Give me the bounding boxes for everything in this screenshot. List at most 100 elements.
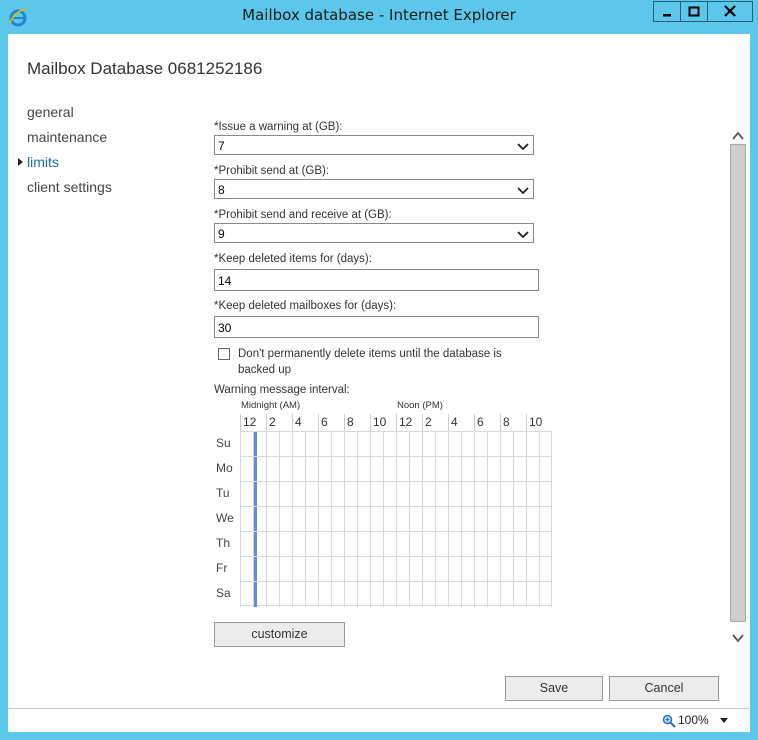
schedule-slot[interactable] — [357, 532, 370, 557]
schedule-slot[interactable] — [500, 432, 513, 457]
schedule-slot[interactable] — [474, 557, 487, 582]
schedule-slot[interactable] — [513, 432, 526, 457]
schedule-slot[interactable] — [357, 482, 370, 507]
schedule-slot[interactable] — [526, 457, 539, 482]
schedule-slot[interactable] — [383, 432, 396, 457]
schedule-slot[interactable] — [513, 582, 526, 607]
schedule-slot[interactable] — [435, 457, 448, 482]
schedule-slot[interactable] — [487, 582, 500, 607]
nav-item-limits[interactable]: limits — [18, 154, 112, 179]
schedule-slot[interactable] — [240, 507, 253, 532]
schedule-slot[interactable] — [240, 432, 253, 457]
schedule-slot[interactable] — [448, 532, 461, 557]
schedule-slot[interactable] — [318, 532, 331, 557]
schedule-slot[interactable] — [435, 582, 448, 607]
schedule-slot[interactable] — [318, 582, 331, 607]
schedule-slot[interactable] — [305, 432, 318, 457]
schedule-slot[interactable] — [279, 457, 292, 482]
schedule-slot[interactable] — [448, 507, 461, 532]
warning-select[interactable]: 7 — [214, 135, 534, 155]
schedule-slot[interactable] — [474, 432, 487, 457]
schedule-slot[interactable] — [422, 482, 435, 507]
schedule-slot[interactable] — [409, 557, 422, 582]
schedule-slot[interactable] — [292, 582, 305, 607]
schedule-slot[interactable] — [474, 482, 487, 507]
schedule-slot[interactable] — [513, 557, 526, 582]
schedule-slot[interactable] — [487, 457, 500, 482]
schedule-slot[interactable] — [448, 457, 461, 482]
schedule-slot[interactable] — [331, 582, 344, 607]
schedule-slot[interactable] — [357, 457, 370, 482]
schedule-slot[interactable] — [331, 557, 344, 582]
schedule-slot[interactable] — [318, 482, 331, 507]
schedule-slot[interactable] — [357, 582, 370, 607]
schedule-slot[interactable] — [422, 532, 435, 557]
schedule-slot[interactable] — [331, 507, 344, 532]
schedule-slot[interactable] — [448, 557, 461, 582]
schedule-slot[interactable] — [422, 457, 435, 482]
schedule-slot[interactable] — [474, 532, 487, 557]
schedule-slot[interactable] — [409, 457, 422, 482]
customize-button[interactable]: customize — [214, 622, 345, 647]
schedule-slot[interactable] — [422, 582, 435, 607]
schedule-slot[interactable] — [500, 557, 513, 582]
schedule-slot[interactable] — [331, 432, 344, 457]
schedule-slot[interactable] — [292, 532, 305, 557]
schedule-slot[interactable] — [266, 482, 279, 507]
schedule-slot[interactable] — [474, 507, 487, 532]
schedule-slot[interactable] — [357, 432, 370, 457]
schedule-slot[interactable] — [422, 432, 435, 457]
nav-item-general[interactable]: general — [27, 104, 112, 129]
schedule-slot[interactable] — [370, 432, 383, 457]
schedule-slot[interactable] — [461, 482, 474, 507]
schedule-slot[interactable] — [305, 457, 318, 482]
schedule-slot[interactable] — [461, 432, 474, 457]
schedule-slot[interactable] — [487, 532, 500, 557]
schedule-slot[interactable] — [292, 482, 305, 507]
vertical-scrollbar[interactable] — [729, 126, 747, 646]
schedule-slot[interactable] — [409, 582, 422, 607]
schedule-slot[interactable] — [461, 557, 474, 582]
schedule-slot[interactable] — [305, 532, 318, 557]
schedule-slot[interactable] — [539, 507, 552, 532]
schedule-slot[interactable] — [500, 582, 513, 607]
schedule-slot[interactable] — [279, 507, 292, 532]
schedule-slot[interactable] — [279, 432, 292, 457]
zoom-dropdown-icon[interactable] — [720, 718, 728, 723]
schedule-slot[interactable] — [344, 482, 357, 507]
schedule-slot[interactable] — [435, 432, 448, 457]
schedule-slot[interactable] — [396, 457, 409, 482]
schedule-slot[interactable] — [461, 532, 474, 557]
schedule-slot[interactable] — [331, 457, 344, 482]
schedule-slot[interactable] — [461, 457, 474, 482]
schedule-slot[interactable] — [448, 482, 461, 507]
schedule-slot[interactable] — [409, 482, 422, 507]
schedule-slot[interactable] — [344, 582, 357, 607]
schedule-slot[interactable] — [435, 507, 448, 532]
schedule-slot[interactable] — [357, 507, 370, 532]
schedule-slot[interactable] — [292, 507, 305, 532]
schedule-slot[interactable] — [500, 457, 513, 482]
prohibit-send-receive-select[interactable]: 9 — [214, 223, 534, 243]
schedule-slot[interactable] — [344, 532, 357, 557]
schedule-slot[interactable] — [331, 532, 344, 557]
schedule-slot[interactable] — [266, 457, 279, 482]
schedule-slot[interactable] — [383, 557, 396, 582]
schedule-slot[interactable] — [396, 507, 409, 532]
schedule-slot[interactable] — [240, 557, 253, 582]
scroll-down-icon[interactable] — [732, 628, 744, 647]
schedule-slot[interactable] — [305, 582, 318, 607]
schedule-slot[interactable] — [435, 557, 448, 582]
schedule-slot[interactable] — [539, 532, 552, 557]
schedule-slot[interactable] — [435, 532, 448, 557]
schedule-slot[interactable] — [370, 457, 383, 482]
backup-checkbox[interactable] — [218, 348, 230, 360]
schedule-slot[interactable] — [279, 532, 292, 557]
schedule-slot[interactable] — [344, 432, 357, 457]
schedule-slot[interactable] — [318, 432, 331, 457]
scroll-up-icon[interactable] — [732, 126, 744, 145]
schedule-slot[interactable] — [240, 582, 253, 607]
schedule-slot[interactable] — [526, 557, 539, 582]
schedule-slot[interactable] — [448, 432, 461, 457]
schedule-slot[interactable] — [266, 532, 279, 557]
